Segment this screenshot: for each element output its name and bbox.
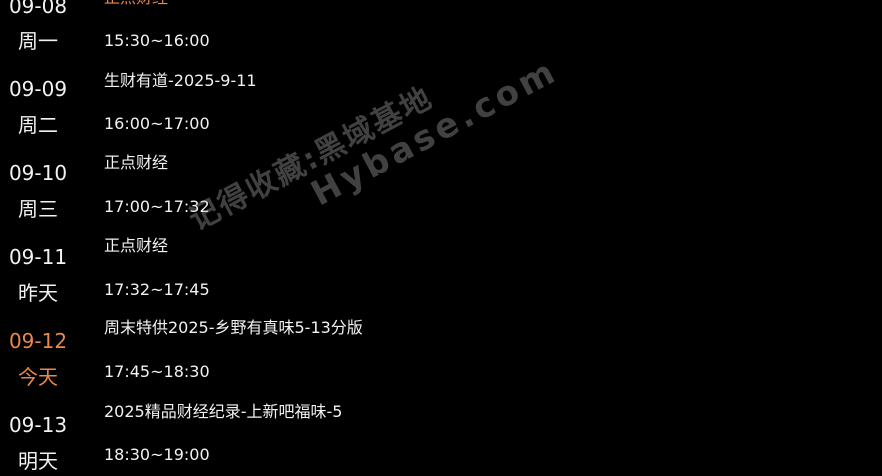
date-0910[interactable]: 09-10: [0, 161, 76, 185]
program-title[interactable]: 周末特供2025-乡野有真味5-13分版: [104, 318, 363, 338]
date-0912[interactable]: 09-12: [0, 329, 76, 353]
program-title[interactable]: 正点财经: [104, 0, 168, 8]
date-0909[interactable]: 09-09: [0, 77, 76, 101]
date-0911[interactable]: 09-11: [0, 245, 76, 269]
weekday-0908[interactable]: 周一: [0, 29, 76, 53]
program-title[interactable]: 正点财经: [104, 153, 168, 173]
date-0913[interactable]: 09-13: [0, 413, 76, 437]
weekday-0910[interactable]: 周三: [0, 197, 76, 221]
program-title[interactable]: 生财有道-2025-9-11: [104, 71, 257, 91]
date-column: 09-08 周一 09-09 周二 09-10 周三 09-11 昨天 09-1…: [0, 0, 76, 476]
weekday-0913[interactable]: 明天: [0, 449, 76, 473]
program-title[interactable]: 2025精品财经纪录-上新吧福味-5: [104, 402, 342, 422]
program-time[interactable]: 17:00~17:32: [104, 197, 210, 217]
program-time[interactable]: 18:30~19:00: [104, 445, 210, 465]
epg-screen: 09-08 周一 09-09 周二 09-10 周三 09-11 昨天 09-1…: [0, 0, 882, 476]
program-list: 正点财经 15:30~16:00 生财有道-2025-9-11 16:00~17…: [104, 0, 864, 476]
date-0908[interactable]: 09-08: [0, 0, 76, 18]
weekday-0911[interactable]: 昨天: [0, 281, 76, 305]
program-time[interactable]: 15:30~16:00: [104, 31, 210, 51]
weekday-0909[interactable]: 周二: [0, 113, 76, 137]
weekday-0912[interactable]: 今天: [0, 365, 76, 389]
program-title[interactable]: 正点财经: [104, 236, 168, 256]
program-time[interactable]: 16:00~17:00: [104, 114, 210, 134]
program-time[interactable]: 17:45~18:30: [104, 362, 210, 382]
program-time[interactable]: 17:32~17:45: [104, 280, 210, 300]
